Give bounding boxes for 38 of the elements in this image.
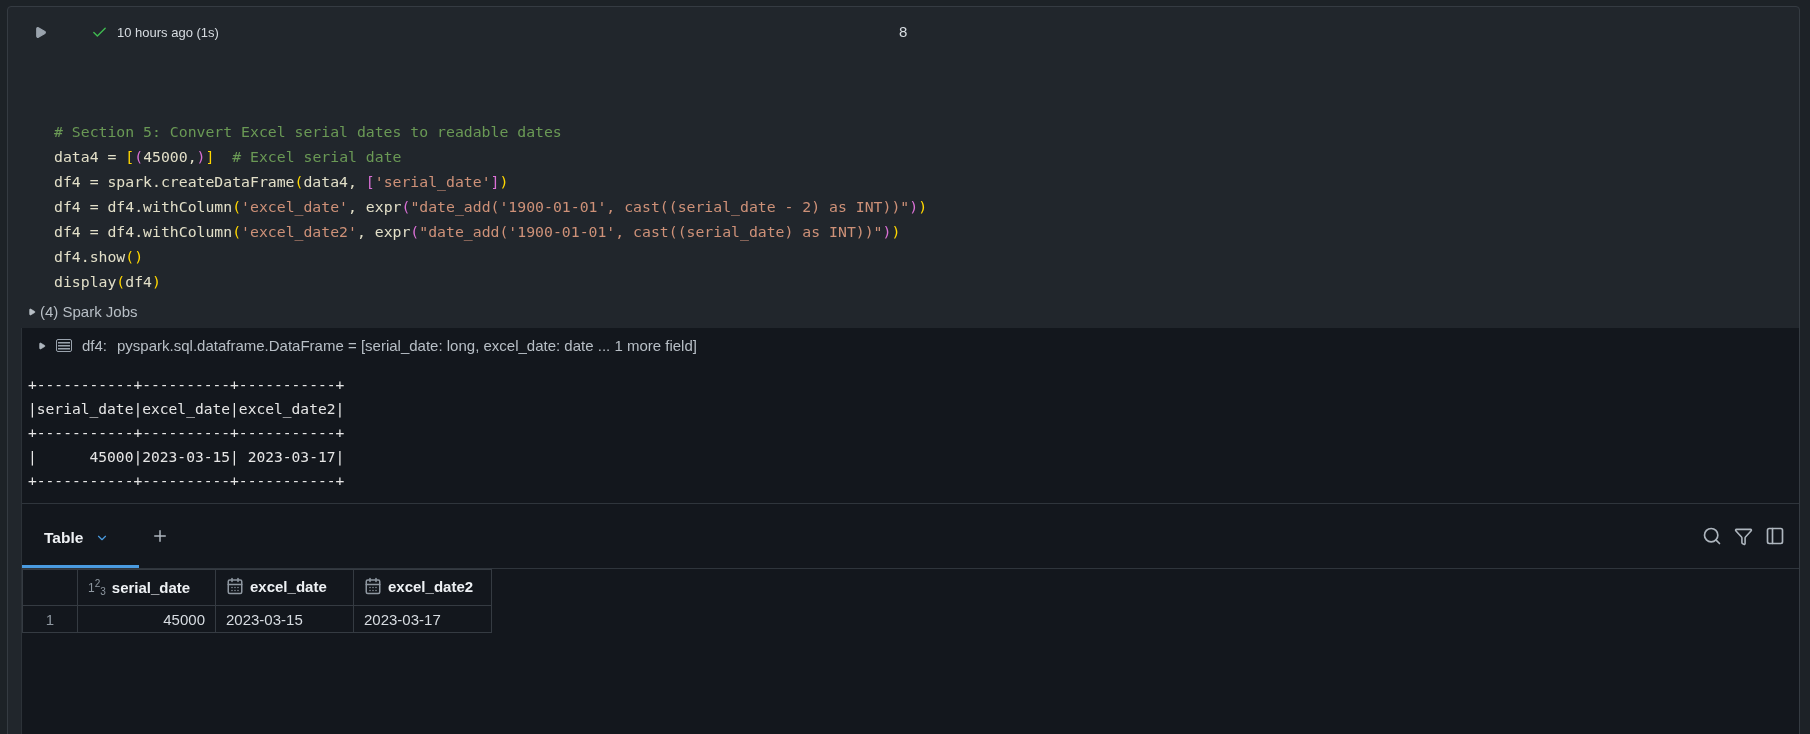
code-line: df4 = df4.withColumn('excel_date2', expr("date_add('1900-01-01', cast((serial_date) as INT))")) — [54, 222, 902, 243]
code-line: df4 = df4.withColumn('excel_date', expr("date_add('1900-01-01', cast((serial_date - 2) as INT))")) — [54, 197, 929, 218]
panel-icon — [1765, 526, 1785, 546]
calendar-icon — [226, 577, 244, 595]
search-icon — [1702, 526, 1722, 546]
table-cell: 45000 — [77, 605, 216, 633]
output-line: +-----------+----------+-----------+ — [28, 423, 346, 443]
row-index: 1 — [22, 605, 78, 633]
play-icon — [34, 25, 47, 39]
column-name: excel_date2 — [388, 577, 474, 595]
run-time: 10 hours ago (1s) — [117, 24, 219, 40]
table-tab[interactable]: Table — [22, 504, 139, 568]
schema-name: df4: — [82, 337, 108, 354]
table-cell: 2023-03-17 — [353, 605, 492, 633]
column-name: serial_date — [111, 579, 191, 597]
filter-icon — [1734, 526, 1753, 546]
code-line: display(df4) — [54, 272, 162, 292]
column-header[interactable]: excel_date — [215, 569, 354, 606]
code-line: df4.show() — [54, 247, 145, 267]
column-name: excel_date — [250, 577, 327, 595]
output-line: +-----------+----------+-----------+ — [28, 375, 346, 395]
table-icon — [56, 339, 72, 352]
expand-icon[interactable] — [38, 341, 46, 350]
table-cell: 2023-03-15 — [215, 605, 354, 633]
column-header[interactable]: 1$^{2}$$_{3}$ serial_date — [77, 569, 216, 606]
column-header[interactable]: excel_date2 — [353, 569, 492, 606]
plus-icon — [151, 527, 169, 545]
cell-number: 8 — [899, 23, 908, 40]
calendar-icon — [364, 577, 382, 595]
code-line: # Section 5: Convert Excel serial dates to readable dates — [54, 122, 563, 142]
output-line: +-----------+----------+-----------+ — [28, 471, 346, 491]
output-line: |serial_date|excel_date|excel_date2| — [28, 399, 346, 420]
schema-type: pyspark.sql.dataframe.DataFrame = [serial_date: long, excel_date: date ... 1 more field] — [117, 337, 697, 354]
caret-icon — [28, 307, 36, 316]
code-line: df4 = spark.createDataFrame(data4, ['serial_date']) — [54, 172, 510, 193]
spark-jobs-toggle[interactable]: (4) Spark Jobs — [28, 303, 1799, 320]
code-line: data4 = [(45000,)] # Excel serial date — [54, 147, 403, 167]
output-line: | 45000|2023-03-15| 2023-03-17| — [28, 447, 346, 468]
